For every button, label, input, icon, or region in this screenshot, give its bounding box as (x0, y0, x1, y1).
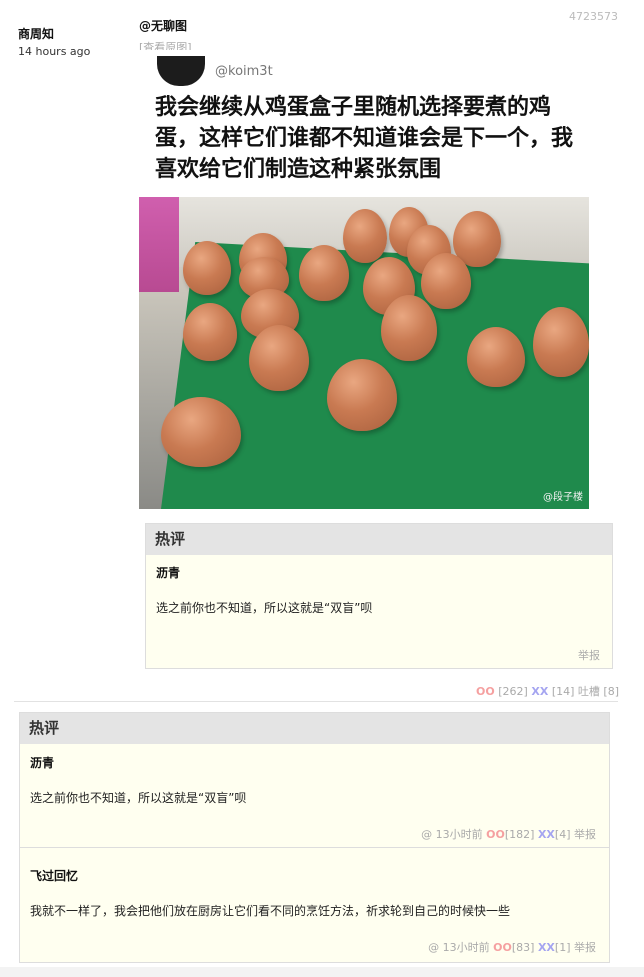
inline-hot-comment: 热评 沥青 选之前你也不知道，所以这就是“双盲”呗 举报 (145, 523, 613, 669)
comment-author[interactable]: 沥青 (30, 754, 54, 771)
oo-count: [262] (498, 685, 528, 698)
egg (249, 325, 309, 391)
egg (183, 241, 231, 295)
egg (343, 209, 387, 263)
tucao-count: [8] (603, 685, 619, 698)
xx-vote-button[interactable]: XX (538, 941, 555, 954)
egg (183, 303, 237, 361)
egg (327, 359, 397, 431)
post-image[interactable]: @koim3t 我会继续从鸡蛋盒子里随机选择要煮的鸡蛋，这样它们谁都不知道谁会是… (139, 50, 589, 509)
comment-text: 选之前你也不知道，所以这就是“双盲”呗 (30, 791, 247, 805)
egg (421, 253, 471, 309)
hot-comments-section: 热评 沥青 选之前你也不知道，所以这就是“双盲”呗 @ 13小时前 OO[182… (19, 712, 610, 963)
post-time: 14 hours ago (18, 45, 91, 58)
report-link[interactable]: 举报 (578, 647, 600, 663)
reply-at-button[interactable]: @ (428, 941, 439, 954)
egg (533, 307, 589, 377)
photo-pink-object (139, 197, 179, 292)
comment-text: 我就不一样了，我会把他们放在厨房让它们看不同的烹饪方法，祈求轮到自己的时候快一些 (30, 904, 511, 918)
comment-item: 飞过回忆 我就不一样了，我会把他们放在厨房让它们看不同的烹饪方法，祈求轮到自己的… (20, 849, 609, 962)
comment-item: 沥青 选之前你也不知道，所以这就是“双盲”呗 @ 13小时前 OO[182] X… (20, 744, 609, 848)
comment-text: 选之前你也不知道，所以这就是“双盲”呗 (156, 601, 373, 615)
hot-comment-header: 热评 (146, 524, 612, 555)
egg (467, 327, 525, 387)
comment-meta: @ 13小时前 OO[83] XX[1] 举报 (428, 939, 596, 955)
xx-count: [4] (554, 828, 571, 841)
comment-time: 13小时前 (435, 828, 483, 841)
oo-count: [182] (504, 828, 535, 841)
oo-vote-button[interactable]: OO (486, 828, 505, 841)
egg (161, 397, 241, 467)
reply-at-button[interactable]: @ (421, 828, 432, 841)
report-link[interactable]: 举报 (574, 941, 596, 954)
post-author-block: 商周知 14 hours ago (18, 25, 90, 58)
xx-vote-button[interactable]: XX (531, 685, 548, 698)
comment-meta: @ 13小时前 OO[182] XX[4] 举报 (421, 826, 596, 842)
bottom-bar (0, 967, 644, 977)
divider (14, 701, 618, 702)
xx-count: [1] (554, 941, 571, 954)
xx-count: [14] (551, 685, 575, 698)
oo-vote-button[interactable]: OO (476, 685, 495, 698)
xx-vote-button[interactable]: XX (538, 828, 555, 841)
comment-time: 13小时前 (442, 941, 490, 954)
comment-author[interactable]: 沥青 (156, 564, 180, 581)
hot-comments-header: 热评 (20, 713, 609, 744)
tweet-text: 我会继续从鸡蛋盒子里随机选择要煮的鸡蛋，这样它们谁都不知道谁会是下一个，我喜欢给… (155, 95, 574, 182)
author-name[interactable]: 商周知 (18, 25, 90, 42)
report-link[interactable]: 举报 (574, 828, 596, 841)
image-watermark: @段子楼 (543, 492, 583, 503)
tweet-handle: @koim3t (215, 64, 273, 79)
tucao-link[interactable]: 吐槽 (578, 685, 600, 698)
egg (381, 295, 437, 361)
oo-count: [83] (511, 941, 535, 954)
egg-tray-photo: @段子楼 (139, 197, 589, 509)
comment-author[interactable]: 飞过回忆 (30, 867, 78, 884)
egg (299, 245, 349, 301)
tweet-avatar (157, 56, 205, 86)
post-stats: OO [262] XX [14] 吐槽 [8] (476, 683, 619, 699)
op-mention[interactable]: @无聊图 (139, 17, 619, 34)
oo-vote-button[interactable]: OO (493, 941, 512, 954)
